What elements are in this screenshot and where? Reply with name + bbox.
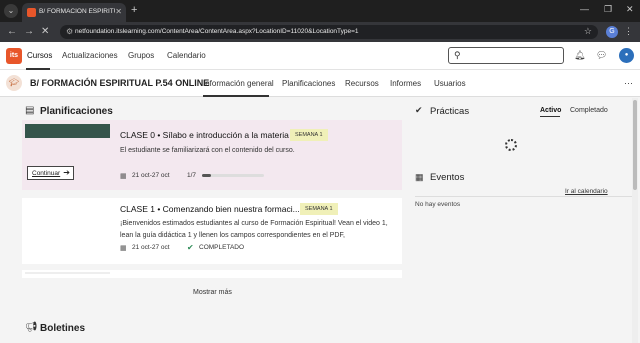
plan-title[interactable]: CLASE 0 • Sílabo e introducción a la mat… [120, 130, 289, 140]
close-window-icon[interactable]: ✕ [626, 4, 634, 15]
arrow-right-icon: ➔ [63, 168, 70, 177]
site-favicon-icon [27, 8, 36, 17]
events-heading: Eventos [430, 172, 465, 183]
search-input[interactable]: ⚲ [448, 47, 564, 64]
browser-menu-icon[interactable]: ⋮ [624, 26, 633, 37]
tab-usuarios[interactable]: Usuarios [434, 79, 466, 88]
forward-icon[interactable]: → [24, 26, 34, 37]
tab-completado[interactable]: Completado [570, 107, 608, 114]
tab-planificaciones[interactable]: Planificaciones [282, 79, 335, 88]
plans-heading: Planificaciones [40, 106, 113, 117]
show-more-link[interactable]: Mostrar más [193, 289, 232, 296]
course-header: 🎓︎ B/ FORMACIÓN ESPIRITUAL P.54 ONLINE I… [0, 70, 640, 97]
notifications-bell-icon[interactable]: 🔔︎ [574, 50, 585, 61]
maximize-icon[interactable]: ❐ [604, 4, 612, 15]
loading-spinner-icon [505, 139, 517, 151]
url-text[interactable]: netfoundation.itslearning.com/ContentAre… [75, 28, 359, 35]
tab-activo[interactable]: Activo [540, 107, 561, 114]
omnibox[interactable]: ⚙ netfoundation.itslearning.com/ContentA… [60, 25, 598, 39]
plan-thumbnail [25, 272, 110, 274]
megaphone-icon: 📢︎ [25, 322, 38, 333]
go-to-calendar-link[interactable]: Ir al calendario [565, 188, 608, 195]
progress-fill [202, 174, 211, 177]
browser-tab[interactable]: B/ FORMACIÓN ESPIRITUAL P.5 ✕ [22, 3, 126, 22]
itslearning-logo[interactable]: its [6, 48, 22, 64]
tab-informacion-general[interactable]: Información general [203, 79, 274, 88]
nav-grupos[interactable]: Grupos [128, 51, 154, 60]
course-tab-active-indicator [203, 95, 269, 97]
tab-informes[interactable]: Informes [390, 79, 421, 88]
plan-card-partial[interactable] [22, 270, 402, 278]
week-badge: SEMANA 1 [300, 203, 338, 215]
user-avatar[interactable]: ● [619, 48, 634, 63]
plan-dates: 21 oct-27 oct [132, 244, 170, 251]
nav-actualizaciones[interactable]: Actualizaciones [62, 51, 118, 60]
calendar-icon: ▦ [415, 172, 424, 182]
plans-icon: ▤ [25, 105, 35, 116]
nav-calendario[interactable]: Calendario [167, 51, 206, 60]
browser-tabstrip: ⌄ B/ FORMACIÓN ESPIRITUAL P.5 ✕ + — ❐ ✕ [0, 0, 640, 22]
events-empty-text: No hay eventos [415, 201, 461, 208]
plan-thumbnail [25, 124, 110, 138]
stop-loading-icon[interactable]: ✕ [41, 26, 49, 37]
minimize-icon[interactable]: — [580, 4, 589, 14]
plan-card[interactable]: CLASE 1 • Comenzando bien nuestra formac… [22, 198, 402, 264]
tab-search-icon[interactable]: ⌄ [4, 4, 18, 18]
app-top-nav: its Cursos Actualizaciones Grupos Calend… [0, 42, 640, 70]
scrollbar-thumb[interactable] [633, 100, 637, 190]
bookmark-star-icon[interactable]: ☆ [584, 26, 592, 37]
site-info-icon[interactable]: ⚙ [66, 27, 73, 36]
profile-avatar[interactable]: G [606, 26, 618, 38]
tab-title: B/ FORMACIÓN ESPIRITUAL P.5 [39, 8, 115, 15]
progress-bar [202, 174, 264, 177]
address-bar-row: ← → ✕ ⚙ netfoundation.itslearning.com/Co… [0, 22, 640, 42]
continue-label: Continuar [32, 170, 61, 177]
new-tab-button[interactable]: + [131, 4, 137, 16]
practices-heading: Prácticas [430, 106, 470, 117]
check-icon: ✔ [415, 105, 423, 115]
plan-card[interactable]: Continuar ➔ CLASE 0 • Sílabo e introducc… [22, 120, 402, 190]
calendar-icon: ▦ [120, 245, 127, 252]
tab-close-icon[interactable]: ✕ [115, 7, 122, 16]
plan-title[interactable]: CLASE 1 • Comenzando bien nuestra formac… [120, 204, 300, 214]
search-icon: ⚲ [454, 50, 461, 60]
check-circle-icon: ✔ [187, 243, 194, 252]
tab-recursos[interactable]: Recursos [345, 79, 379, 88]
messages-icon[interactable]: 💬︎ [596, 50, 607, 61]
plan-description: ¡Bienvenidos estimados estudiantes al cu… [120, 220, 388, 239]
completed-status: COMPLETADO [199, 244, 245, 251]
plan-dates: 21 oct-27 oct [132, 172, 170, 179]
calendar-icon: ▦ [120, 173, 127, 180]
course-title[interactable]: B/ FORMACIÓN ESPIRITUAL P.54 ONLINE [30, 78, 209, 88]
progress-text: 1/7 [187, 172, 197, 179]
continue-button[interactable]: Continuar ➔ [27, 166, 74, 180]
course-icon: 🎓︎ [6, 75, 22, 91]
practices-tab-indicator [540, 116, 560, 117]
bulletins-heading: Boletines [40, 323, 86, 334]
more-options-icon[interactable]: ⋯ [624, 78, 633, 89]
plan-description: El estudiante se familiarizará con el co… [120, 147, 295, 154]
events-divider [415, 196, 637, 197]
back-icon[interactable]: ← [7, 26, 17, 37]
nav-cursos[interactable]: Cursos [27, 51, 52, 60]
week-badge: SEMANA 1 [290, 129, 328, 141]
